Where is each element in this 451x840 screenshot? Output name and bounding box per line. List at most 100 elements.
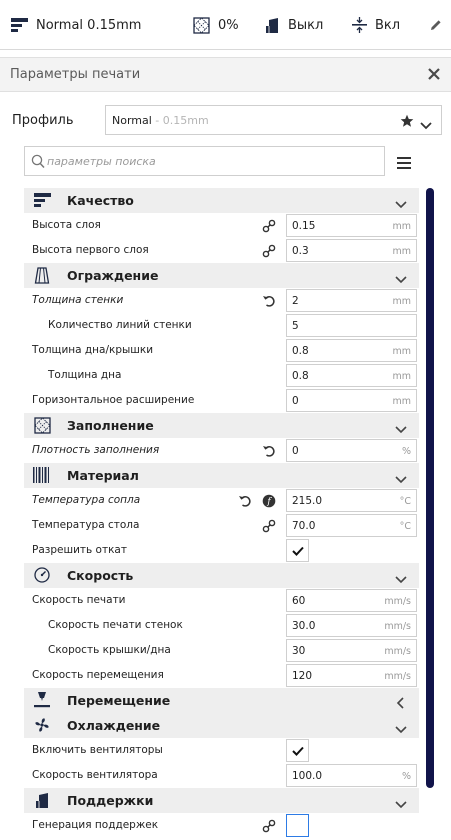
chevron-down-icon	[395, 794, 407, 813]
toolbar-support-button[interactable]: Выкл	[264, 0, 323, 50]
setting-wall-thickness: Толщина стенки 2 mm	[24, 288, 419, 313]
toolbar-profile-button[interactable]: Normal 0.15mm	[11, 0, 141, 50]
field-value: 100.0	[292, 770, 323, 782]
initial-layer-height-field[interactable]: 0.3 mm	[286, 239, 417, 262]
nozzle-temp-field[interactable]: 215.0 °C	[286, 489, 417, 512]
category-speed[interactable]: Скорость	[24, 563, 419, 588]
field-unit: °C	[399, 521, 411, 532]
search-icon	[31, 154, 45, 173]
chevron-left-icon	[395, 694, 407, 713]
category-infill[interactable]: Заполнение	[24, 413, 419, 438]
category-title: Материал	[67, 468, 139, 483]
star-icon[interactable]	[400, 113, 414, 132]
field-unit: %	[401, 446, 411, 457]
field-value: 215.0	[292, 495, 323, 507]
setting-wall-line-count: Количество линий стенки 5	[24, 313, 419, 338]
bed-temp-field[interactable]: 70.0 °C	[286, 514, 417, 537]
function-icon[interactable]: f	[262, 493, 276, 508]
category-travel[interactable]: Перемещение	[24, 688, 419, 713]
category-cooling[interactable]: Охлаждение	[24, 713, 419, 738]
panel-title: Параметры печати	[10, 67, 141, 82]
field-unit: mm	[392, 396, 411, 407]
link-icon[interactable]	[262, 243, 276, 258]
category-title: Заполнение	[67, 418, 154, 433]
print-setup-toolbar: Normal 0.15mm 0% Выкл Вкл	[0, 0, 451, 50]
bottom-thickness-field[interactable]: 0.8 mm	[286, 364, 417, 387]
close-icon[interactable]	[426, 66, 442, 82]
setting-label: Высота первого слоя	[32, 244, 149, 256]
link-icon[interactable]	[262, 518, 276, 533]
enable-fans-checkbox[interactable]	[286, 739, 309, 762]
scrollbar-thumb[interactable]	[426, 188, 434, 788]
toolbar-adhesion-button[interactable]: Вкл	[352, 0, 400, 50]
field-value: 0.8	[292, 370, 309, 382]
link-icon[interactable]	[262, 818, 276, 833]
setting-label: Скорость печати стенок	[48, 619, 183, 631]
setting-label: Скорость перемещения	[32, 669, 164, 681]
profile-select[interactable]: Normal - 0.15mm	[105, 105, 442, 135]
category-support[interactable]: Поддержки	[24, 788, 419, 813]
toolbar-infill-button[interactable]: 0%	[193, 0, 239, 50]
generate-support-checkbox[interactable]	[286, 814, 309, 837]
setting-top-bottom-thickness: Толщина дна/крышки 0.8 mm	[24, 338, 419, 363]
field-value: 0	[292, 445, 299, 457]
setting-initial-layer-height: Высота первого слоя 0.3 mm	[24, 238, 419, 263]
wall-thickness-field[interactable]: 2 mm	[286, 289, 417, 312]
print-speed-field[interactable]: 60 mm/s	[286, 589, 417, 612]
link-icon[interactable]	[262, 218, 276, 233]
setting-layer-height: Высота слоя 0.15 mm	[24, 213, 419, 238]
edit-settings-button[interactable]	[430, 0, 442, 50]
wall-speed-field[interactable]: 30.0 mm/s	[286, 614, 417, 637]
print-settings-header: Параметры печати	[0, 57, 451, 92]
setting-infill-density: Плотность заполнения 0%	[24, 438, 419, 463]
setting-label: Скорость печати	[32, 594, 126, 606]
material-icon	[32, 466, 52, 484]
toolbar-profile-label: Normal 0.15mm	[36, 17, 142, 33]
topbottom-speed-field[interactable]: 30 mm/s	[286, 639, 417, 662]
infill-density-field[interactable]: 0%	[286, 439, 417, 462]
search-input[interactable]	[47, 151, 377, 171]
reset-icon[interactable]	[262, 293, 276, 307]
setting-horizontal-expansion: Горизонтальное расширение 0 mm	[24, 388, 419, 413]
reset-icon[interactable]	[262, 443, 276, 457]
field-value: 30.0	[292, 620, 316, 632]
field-value: 0.3	[292, 245, 309, 257]
field-unit: °C	[399, 496, 411, 507]
category-quality[interactable]: Качество	[24, 188, 419, 213]
category-title: Качество	[67, 193, 134, 208]
setting-label: Скорость вентилятора	[32, 769, 158, 781]
category-title: Поддержки	[67, 793, 154, 808]
horizontal-expansion-field[interactable]: 0 mm	[286, 389, 417, 412]
settings-visibility-menu-button[interactable]	[397, 154, 413, 169]
setting-label: Включить вентиляторы	[32, 744, 163, 756]
setting-label: Генерация поддержек	[32, 819, 159, 831]
field-value: 2	[292, 295, 299, 307]
chevron-down-icon	[395, 269, 407, 288]
setting-print-speed: Скорость печати 60 mm/s	[24, 588, 419, 613]
layer-height-field[interactable]: 0.15 mm	[286, 214, 417, 237]
checkmark-icon	[291, 741, 304, 760]
wall-line-count-field[interactable]: 5	[286, 314, 417, 337]
retraction-checkbox[interactable]	[286, 539, 309, 562]
travel-speed-field[interactable]: 120 mm/s	[286, 664, 417, 687]
field-unit: mm	[392, 246, 411, 257]
field-unit: %	[401, 771, 411, 782]
field-unit: mm	[392, 221, 411, 232]
reset-icon[interactable]	[238, 493, 252, 507]
setting-label: Количество линий стенки	[48, 319, 192, 331]
speedometer-icon	[32, 566, 52, 584]
top-bottom-thickness-field[interactable]: 0.8 mm	[286, 339, 417, 362]
walls-icon	[32, 266, 52, 284]
field-unit: mm/s	[384, 671, 411, 682]
chevron-down-icon	[395, 719, 407, 738]
setting-label: Температура стола	[32, 519, 140, 531]
toolbar-infill-value: 0%	[218, 17, 239, 33]
category-walls[interactable]: Ограждение	[24, 263, 419, 288]
category-material[interactable]: Материал	[24, 463, 419, 488]
setting-topbottom-speed: Скорость крышки/дна 30 mm/s	[24, 638, 419, 663]
support-icon	[264, 17, 280, 34]
fan-speed-field[interactable]: 100.0%	[286, 764, 417, 787]
settings-scrollbar[interactable]	[426, 188, 434, 788]
field-value: 60	[292, 595, 306, 607]
field-unit: mm	[392, 371, 411, 382]
